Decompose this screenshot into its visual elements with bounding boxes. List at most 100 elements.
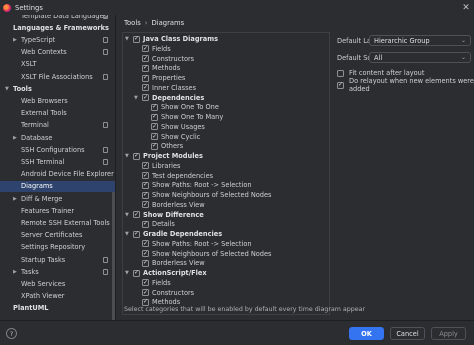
category-checkbox[interactable]: ✓ bbox=[142, 84, 149, 92]
category-checkbox[interactable]: ✓ bbox=[142, 64, 149, 72]
category-checkbox[interactable]: ✓ bbox=[151, 133, 158, 140]
tree-row-properties[interactable]: ✓ Properties bbox=[123, 73, 329, 83]
sidebar-item-template-data-languages[interactable]: Template Data Languages bbox=[0, 15, 115, 21]
category-checkbox[interactable]: ✓ bbox=[142, 162, 149, 170]
chevron-right-icon[interactable]: ▶ bbox=[13, 37, 17, 43]
default-scope-select[interactable]: All ⌄ bbox=[369, 52, 471, 63]
category-checkbox[interactable]: ✓ bbox=[151, 123, 158, 131]
category-checkbox[interactable]: ✓ bbox=[142, 240, 149, 248]
chevron-down-icon[interactable]: ▼ bbox=[134, 95, 138, 101]
tree-row-constructors[interactable]: ✓ Constructors bbox=[123, 54, 329, 64]
chevron-down-icon[interactable]: ▼ bbox=[125, 212, 129, 218]
tree-row-java-class-diagrams[interactable]: ▼ ✓ Java Class Diagrams bbox=[123, 34, 329, 44]
category-checkbox[interactable]: ✓ bbox=[133, 35, 140, 43]
sidebar-item-tasks[interactable]: ▶ Tasks bbox=[0, 266, 115, 277]
category-checkbox[interactable]: ✓ bbox=[133, 230, 140, 238]
category-checkbox[interactable]: ✓ bbox=[142, 94, 149, 101]
category-checkbox[interactable]: ✓ bbox=[142, 279, 149, 287]
chevron-down-icon[interactable]: ▼ bbox=[125, 270, 129, 276]
tree-row-borderless-view[interactable]: ✓ Borderless View bbox=[123, 200, 329, 210]
default-layout-select[interactable]: Hierarchic Group ⌄ bbox=[369, 35, 471, 46]
chevron-right-icon[interactable]: ▶ bbox=[13, 196, 17, 202]
sidebar-item-tools[interactable]: ▼ Tools bbox=[0, 83, 115, 94]
relayout-option[interactable]: ✓ Do relayout when new elements were add… bbox=[337, 77, 474, 93]
tree-row-libraries[interactable]: ✓ Libraries bbox=[123, 161, 329, 171]
sidebar-item-settings-repository[interactable]: Settings Repository bbox=[0, 242, 115, 253]
tree-row-methods[interactable]: ✓ Methods bbox=[123, 63, 329, 73]
sidebar-item-features-trainer[interactable]: Features Trainer bbox=[0, 205, 115, 216]
sidebar-item-external-tools[interactable]: External Tools bbox=[0, 108, 115, 119]
tree-row-show-one-to-many[interactable]: ✓ Show One To Many bbox=[123, 112, 329, 122]
category-checkbox[interactable]: ✓ bbox=[142, 289, 149, 296]
sidebar-item-remote-ssh-external-tools[interactable]: Remote SSH External Tools bbox=[0, 217, 115, 228]
sidebar-item-web-browsers[interactable]: Web Browsers bbox=[0, 95, 115, 106]
tree-row-inner-classes[interactable]: ✓ Inner Classes bbox=[123, 83, 329, 93]
tree-row-fields[interactable]: ✓ Fields bbox=[123, 278, 329, 288]
sidebar-item-web-services[interactable]: Web Services bbox=[0, 278, 115, 289]
ok-button[interactable]: OK bbox=[349, 327, 384, 340]
apply-button[interactable]: Apply bbox=[431, 327, 466, 340]
tree-row-show-usages[interactable]: ✓ Show Usages bbox=[123, 122, 329, 132]
category-checkbox[interactable]: ✓ bbox=[142, 298, 149, 306]
tree-row-others[interactable]: ✓ Others bbox=[123, 141, 329, 151]
tree-row-show-neighbours-of-selected-nodes[interactable]: ✓ Show Neighbours of Selected Nodes bbox=[123, 249, 329, 259]
chevron-down-icon[interactable]: ▼ bbox=[125, 153, 129, 159]
tree-row-gradle-dependencies[interactable]: ▼ ✓ Gradle Dependencies bbox=[123, 229, 329, 239]
category-checkbox[interactable]: ✓ bbox=[142, 220, 149, 228]
sidebar-item-xslt[interactable]: XSLT bbox=[0, 59, 115, 70]
close-icon[interactable]: ✕ bbox=[458, 0, 474, 15]
sidebar-item-startup-tasks[interactable]: Startup Tasks bbox=[0, 254, 115, 265]
category-checkbox[interactable]: ✓ bbox=[151, 142, 158, 150]
category-checkbox[interactable]: ✓ bbox=[142, 259, 149, 267]
sidebar-item-xslt-file-associations[interactable]: XSLT File Associations bbox=[0, 71, 115, 82]
tree-row-actionscript-flex[interactable]: ▼ ✓ ActionScript/Flex bbox=[123, 268, 329, 278]
category-checkbox[interactable]: ✓ bbox=[142, 55, 149, 62]
sidebar-item-diff-merge[interactable]: ▶ Diff & Merge bbox=[0, 193, 115, 204]
tree-row-project-modules[interactable]: ▼ ✓ Project Modules bbox=[123, 151, 329, 161]
sidebar-item-ssh-configurations[interactable]: SSH Configurations bbox=[0, 144, 115, 155]
category-checkbox[interactable]: ✓ bbox=[142, 172, 149, 179]
sidebar-item-xpath-viewer[interactable]: XPath Viewer bbox=[0, 291, 115, 302]
sidebar-item-server-certificates[interactable]: Server Certificates bbox=[0, 230, 115, 241]
sidebar-item-ssh-terminal[interactable]: SSH Terminal bbox=[0, 156, 115, 167]
help-button[interactable]: ? bbox=[6, 328, 17, 339]
category-checkbox[interactable]: ✓ bbox=[142, 250, 149, 257]
category-checkbox[interactable]: ✓ bbox=[133, 152, 140, 160]
chevron-down-icon[interactable]: ▼ bbox=[125, 231, 129, 237]
cancel-button[interactable]: Cancel bbox=[390, 327, 425, 340]
tree-row-fields[interactable]: ✓ Fields bbox=[123, 44, 329, 54]
sidebar-item-diagrams[interactable]: Diagrams bbox=[0, 180, 115, 192]
category-checkbox[interactable]: ✓ bbox=[151, 113, 158, 121]
chevron-right-icon[interactable]: ▶ bbox=[13, 135, 17, 141]
category-checkbox[interactable]: ✓ bbox=[142, 201, 149, 209]
category-checkbox[interactable]: ✓ bbox=[133, 211, 140, 218]
sidebar-item-plantuml[interactable]: PlantUML bbox=[0, 303, 115, 314]
tree-row-details[interactable]: ✓ Details bbox=[123, 219, 329, 229]
tree-row-show-one-to-one[interactable]: ✓ Show One To One bbox=[123, 102, 329, 112]
tree-row-constructors[interactable]: ✓ Constructors bbox=[123, 288, 329, 298]
tree-row-show-neighbours-of-selected-nodes[interactable]: ✓ Show Neighbours of Selected Nodes bbox=[123, 190, 329, 200]
chevron-down-icon[interactable]: ▼ bbox=[125, 36, 129, 42]
sidebar-item-languages-frameworks[interactable]: Languages & Frameworks bbox=[0, 22, 115, 33]
sidebar-item-android-device-file-explorer[interactable]: Android Device File Explorer bbox=[0, 169, 115, 180]
sidebar-item-database[interactable]: ▶ Database bbox=[0, 132, 115, 143]
category-checkbox[interactable]: ✓ bbox=[151, 103, 158, 111]
category-checkbox[interactable]: ✓ bbox=[142, 45, 149, 53]
chevron-down-icon[interactable]: ▼ bbox=[5, 86, 9, 92]
sidebar-item-web-contexts[interactable]: Web Contexts bbox=[0, 47, 115, 58]
tree-row-dependencies[interactable]: ▼ ✓ Dependencies bbox=[123, 93, 329, 103]
tree-row-show-paths-root-selection[interactable]: ✓ Show Paths: Root -> Selection bbox=[123, 239, 329, 249]
fit-content-checkbox[interactable] bbox=[337, 69, 344, 77]
category-checkbox[interactable]: ✓ bbox=[142, 74, 149, 82]
category-checkbox[interactable]: ✓ bbox=[142, 181, 149, 189]
tree-row-show-cyclic[interactable]: ✓ Show Cyclic bbox=[123, 132, 329, 142]
tree-row-show-paths-root-selection[interactable]: ✓ Show Paths: Root -> Selection bbox=[123, 180, 329, 190]
category-checkbox[interactable]: ✓ bbox=[133, 269, 140, 277]
category-checkbox[interactable]: ✓ bbox=[142, 191, 149, 199]
relayout-checkbox[interactable]: ✓ bbox=[337, 81, 344, 89]
sidebar-item-terminal[interactable]: Terminal bbox=[0, 120, 115, 131]
chevron-right-icon[interactable]: ▶ bbox=[13, 269, 17, 275]
tree-row-borderless-view[interactable]: ✓ Borderless View bbox=[123, 258, 329, 268]
tree-row-test-dependencies[interactable]: ✓ Test dependencies bbox=[123, 171, 329, 181]
tree-row-show-difference[interactable]: ▼ ✓ Show Difference bbox=[123, 210, 329, 220]
